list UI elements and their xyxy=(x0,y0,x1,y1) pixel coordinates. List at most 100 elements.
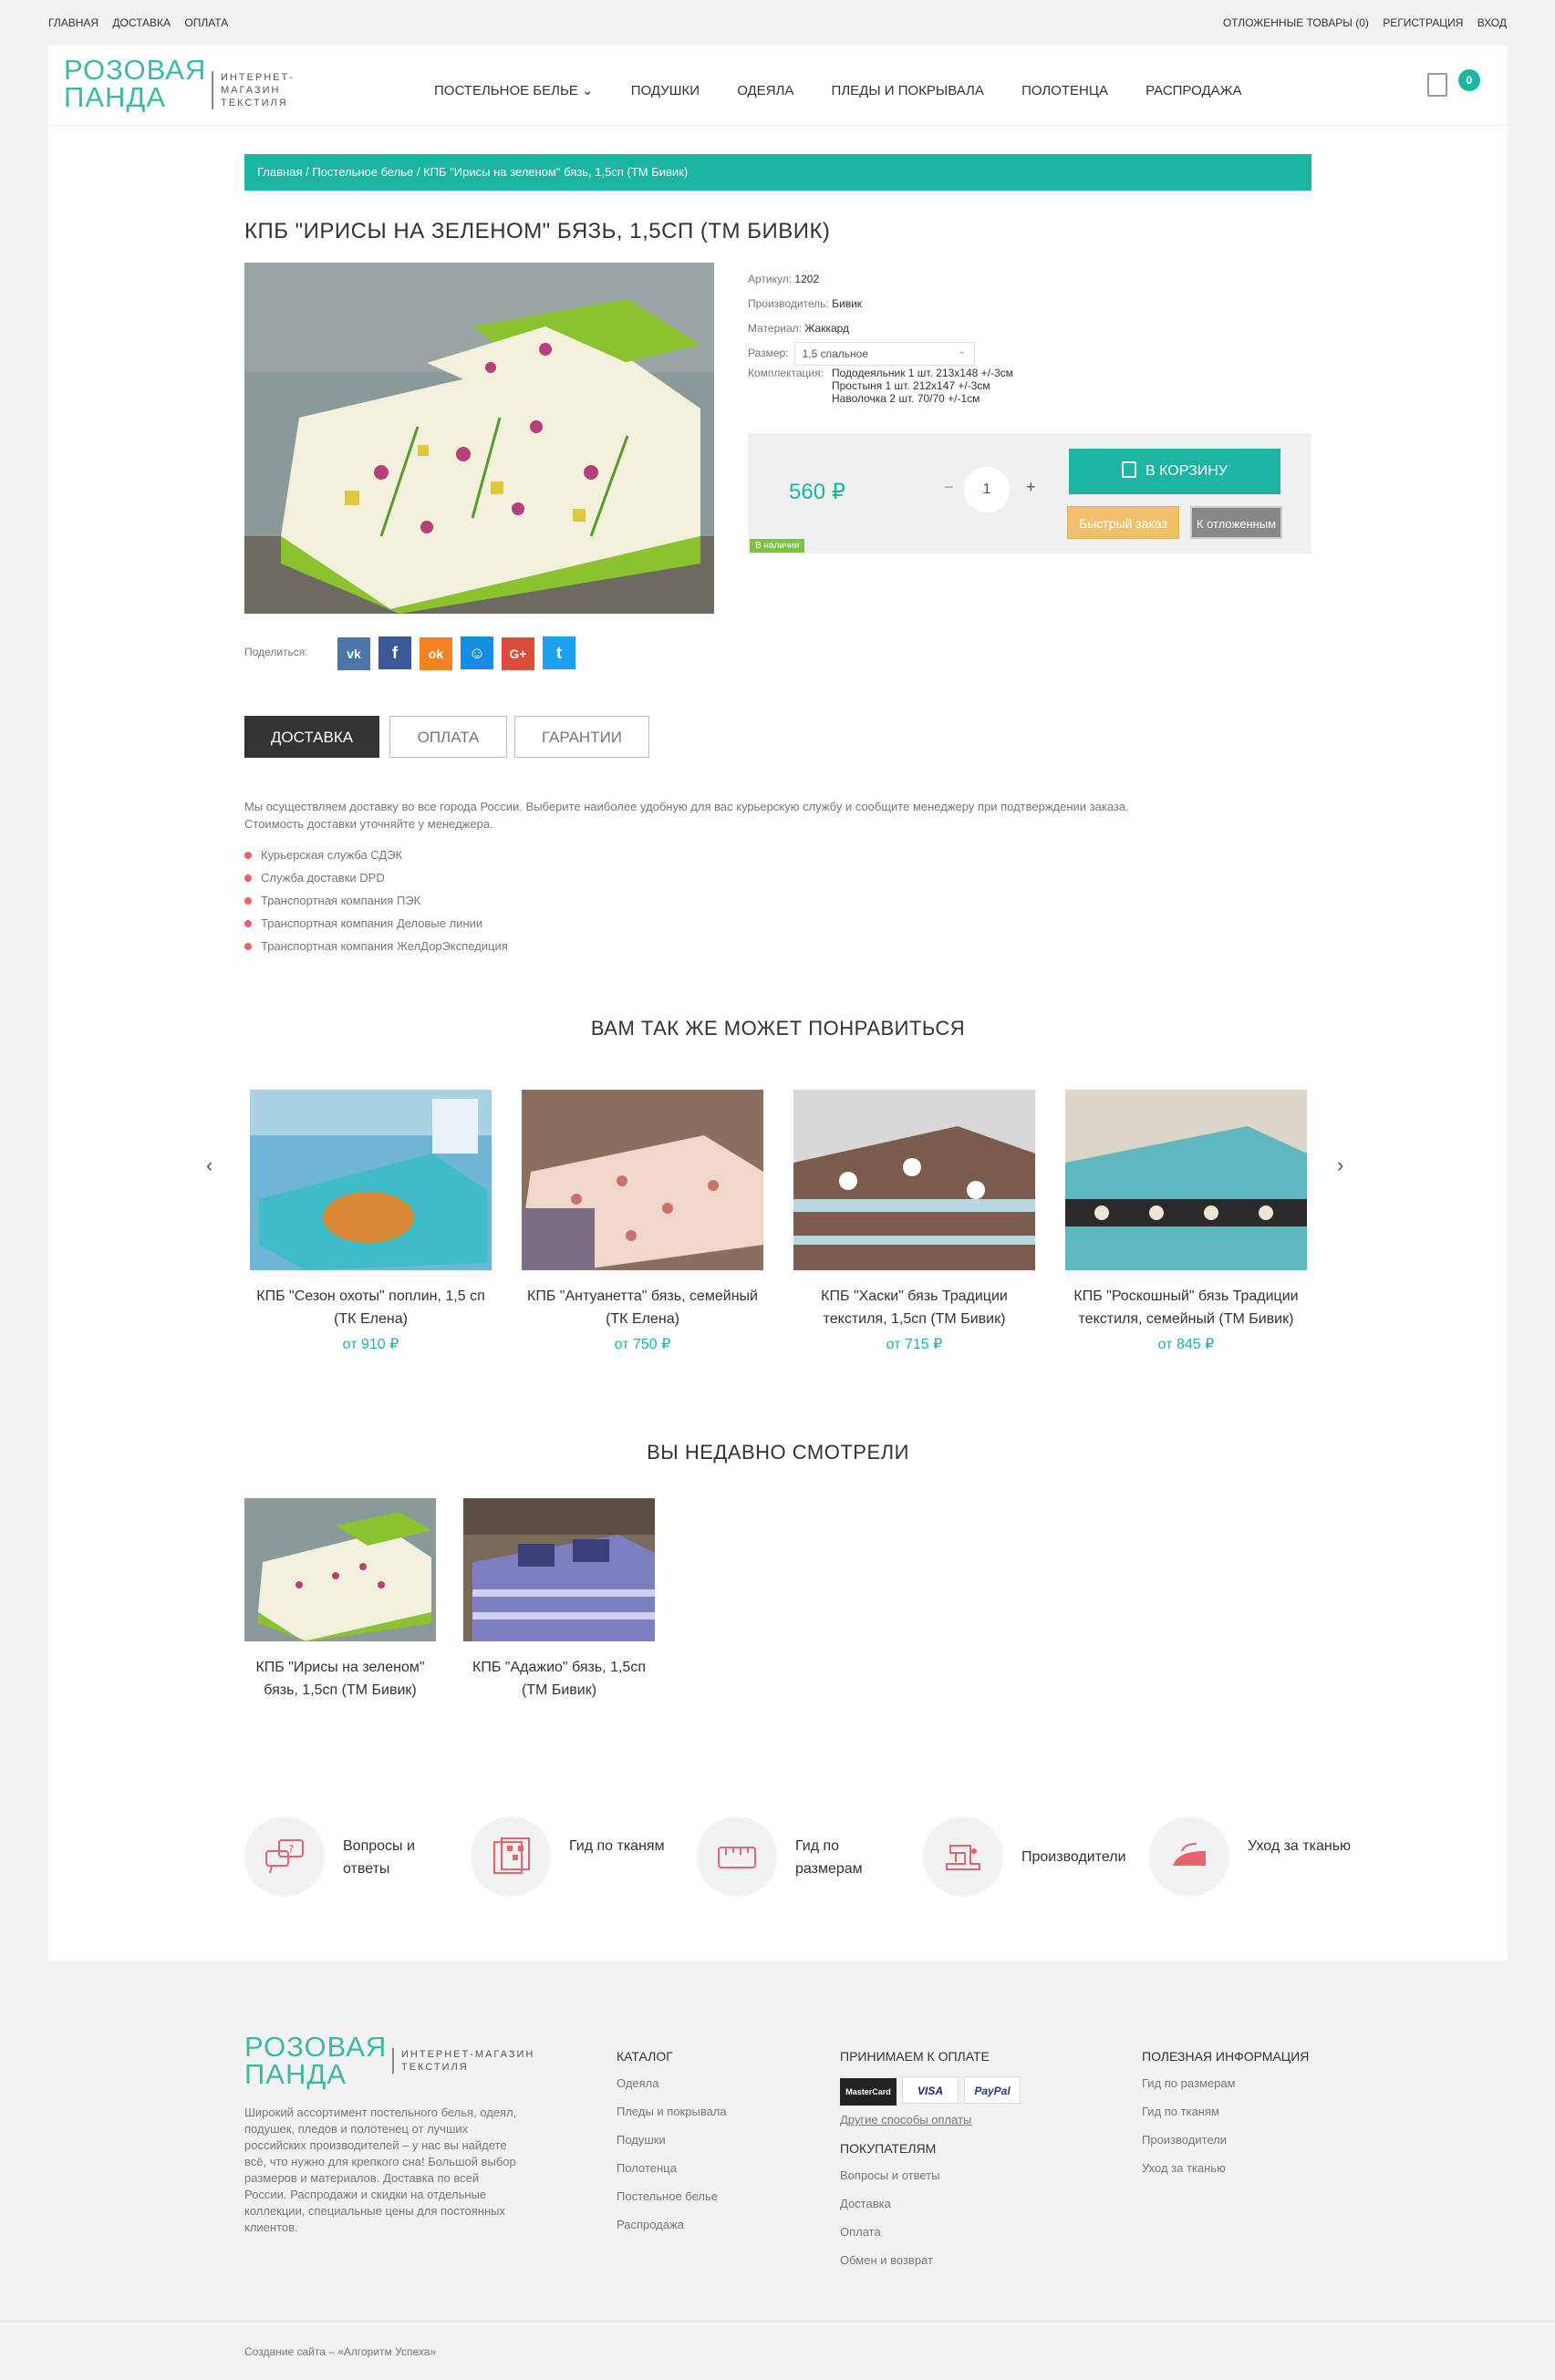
set-lines: Пододеяльник 1 шт. 213х148 +/-3см Просты… xyxy=(832,367,1013,405)
top-link-home[interactable]: ГЛАВНАЯ xyxy=(48,16,98,29)
footer-logo[interactable]: РОЗОВАЯ ПАНДА ИНТЕРНЕТ-МАГАЗИН ТЕКСТИЛЯ xyxy=(244,2033,533,2088)
add-to-cart-button[interactable]: В КОРЗИНУ xyxy=(1069,449,1280,494)
top-link-delivery[interactable]: ДОСТАВКА xyxy=(112,16,171,29)
info-circle: ? xyxy=(244,1816,325,1897)
footer-link[interactable]: Полотенца xyxy=(617,2161,727,2189)
nav-towels[interactable]: ПОЛОТЕНЦА xyxy=(1021,83,1108,98)
footer-link[interactable]: Вопросы и ответы xyxy=(840,2168,1026,2197)
tab-guarantees[interactable]: ГАРАНТИИ xyxy=(514,716,649,758)
related-title: ВАМ ТАК ЖЕ МОЖЕТ ПОНРАВИТЬСЯ xyxy=(590,1017,966,1040)
product-card-name[interactable]: КПБ "Адажио" бязь, 1,5сп (ТМ Бивик) xyxy=(463,1656,655,1702)
footer-link[interactable]: Распродажа xyxy=(617,2218,727,2246)
top-link-login[interactable]: ВХОД xyxy=(1477,16,1507,29)
footer-link[interactable]: Доставка xyxy=(840,2197,1026,2225)
carousel-next-icon[interactable]: › xyxy=(1337,1154,1343,1177)
info-care[interactable]: Уход за тканью xyxy=(1149,1816,1368,1899)
info-circle xyxy=(471,1816,551,1897)
vk-icon[interactable]: vk xyxy=(337,637,370,670)
top-links-right: ОТЛОЖЕННЫЕ ТОВАРЫ (0) РЕГИСТРАЦИЯ ВХОД xyxy=(1212,16,1507,29)
set-line: Пододеяльник 1 шт. 213х148 +/-3см xyxy=(832,367,1013,379)
product-card-name[interactable]: КПБ "Антуанетта" бязь, семейный (ТК Елен… xyxy=(522,1285,763,1330)
footer-about: Широкий ассортимент постельного белья, о… xyxy=(244,2106,517,2234)
nav-blankets[interactable]: ОДЕЯЛА xyxy=(737,83,793,98)
product-card-name[interactable]: КПБ "Хаски" бязь Традиции текстиля, 1,5с… xyxy=(793,1285,1035,1330)
info-fabrics[interactable]: Гид по тканям xyxy=(471,1816,689,1899)
quantity-plus-button[interactable]: + xyxy=(1026,478,1036,497)
product-card-name[interactable]: КПБ "Сезон охоты" поплин, 1,5 сп (ТК Еле… xyxy=(250,1285,492,1330)
main-nav: ПОСТЕЛЬНОЕ БЕЛЬЕ ⌄ ПОДУШКИ ОДЕЯЛА ПЛЕДЫ … xyxy=(434,82,1275,98)
footer-link[interactable]: Производители xyxy=(1142,2133,1309,2161)
product-photo xyxy=(1065,1090,1307,1270)
recent-card[interactable]: КПБ "Адажио" бязь, 1,5сп (ТМ Бивик) xyxy=(463,1498,655,1702)
quick-order-button[interactable]: Быстрый заказ xyxy=(1067,506,1179,539)
product-card-image[interactable] xyxy=(463,1498,655,1641)
quantity-input[interactable]: 1 xyxy=(964,467,1010,512)
info-label: Уход за тканью xyxy=(1248,1838,1352,1854)
nav-sale[interactable]: РАСПРОДАЖА xyxy=(1146,83,1241,98)
list-item: Транспортная компания ПЭК xyxy=(244,889,508,912)
nav-bedding[interactable]: ПОСТЕЛЬНОЕ БЕЛЬЕ ⌄ xyxy=(434,83,594,98)
info-makers[interactable]: Производители xyxy=(923,1816,1142,1899)
top-link-register[interactable]: РЕГИСТРАЦИЯ xyxy=(1383,16,1463,29)
product-card-name[interactable]: КПБ "Роскошный" бязь Традиции текстиля, … xyxy=(1065,1285,1307,1330)
info-circle xyxy=(697,1816,777,1897)
product-card[interactable]: КПБ "Антуанетта" бязь, семейный (ТК Елен… xyxy=(522,1090,763,1353)
footer-link[interactable]: Оплата xyxy=(840,2225,1026,2253)
breadcrumb[interactable]: Главная / Постельное белье / КПБ "Ирисы … xyxy=(244,154,1311,191)
top-link-payment[interactable]: ОПЛАТА xyxy=(184,16,228,29)
quantity-minus-button[interactable]: − xyxy=(944,478,954,497)
top-links-left: ГЛАВНАЯ ДОСТАВКА ОПЛАТА xyxy=(48,16,239,29)
copyright[interactable]: Создание сайта – «Алгоритм Успеха» xyxy=(244,2345,436,2358)
product-card-image[interactable] xyxy=(250,1090,492,1270)
moimir-icon[interactable]: ☺ xyxy=(461,636,493,669)
info-circle xyxy=(923,1816,1003,1897)
product-card-image[interactable] xyxy=(793,1090,1035,1270)
info-sizes[interactable]: Гид по размерам xyxy=(697,1816,916,1899)
cart-button[interactable]: 0 xyxy=(1427,69,1482,106)
info-label: Гид по тканям xyxy=(569,1838,665,1854)
other-payment-link[interactable]: Другие способы оплаты xyxy=(840,2113,1026,2141)
list-item: Транспортная компания ЖелДорЭкспедиция xyxy=(244,935,508,957)
top-link-favorites[interactable]: ОТЛОЖЕННЫЕ ТОВАРЫ (0) xyxy=(1223,16,1369,29)
product-card-image[interactable] xyxy=(522,1090,763,1270)
facebook-icon[interactable]: f xyxy=(378,636,411,669)
site-footer: РОЗОВАЯ ПАНДА ИНТЕРНЕТ-МАГАЗИН ТЕКСТИЛЯ … xyxy=(48,1961,1508,2316)
product-card-name[interactable]: КПБ "Ирисы на зеленом" бязь, 1,5сп (ТМ Б… xyxy=(244,1656,436,1702)
product-card-image[interactable] xyxy=(1065,1090,1307,1270)
footer-link[interactable]: Постельное белье xyxy=(617,2189,727,2218)
logo-text: РОЗОВАЯ ПАНДА xyxy=(244,2033,387,2088)
material-label: Материал: xyxy=(748,322,802,335)
product-card-image[interactable] xyxy=(244,1498,436,1641)
product-card-price: от 910 ₽ xyxy=(342,1337,399,1352)
footer-link[interactable]: Обмен и возврат xyxy=(840,2253,1026,2282)
list-item: Курьерская служба СДЭК xyxy=(244,843,508,866)
nav-plaids[interactable]: ПЛЕДЫ И ПОКРЫВАЛА xyxy=(832,83,984,98)
logo[interactable]: РОЗОВАЯ ПАНДА ИНТЕРНЕТ-МАГАЗИН ТЕКСТИЛЯ xyxy=(64,56,337,111)
footer-heading: ПРИНИМАЕМ К ОПЛАТЕ xyxy=(840,2049,990,2064)
footer-link[interactable]: Одеяла xyxy=(617,2076,727,2105)
footer-link[interactable]: Уход за тканью xyxy=(1142,2161,1309,2189)
twitter-icon[interactable]: t xyxy=(543,636,575,669)
delivery-list: Курьерская служба СДЭК Служба доставки D… xyxy=(244,843,508,957)
footer-link[interactable]: Пледы и покрывала xyxy=(617,2105,727,2133)
carousel-prev-icon[interactable]: ‹ xyxy=(206,1154,213,1177)
product-card[interactable]: КПБ "Хаски" бязь Традиции текстиля, 1,5с… xyxy=(793,1090,1035,1353)
odnoklassniki-icon[interactable]: ok xyxy=(420,637,452,670)
footer-link[interactable]: Подушки xyxy=(617,2133,727,2161)
product-card[interactable]: КПБ "Роскошный" бязь Традиции текстиля, … xyxy=(1065,1090,1307,1353)
tab-delivery[interactable]: ДОСТАВКА xyxy=(244,716,379,758)
nav-pillows[interactable]: ПОДУШКИ xyxy=(631,83,700,98)
add-to-favorites-button[interactable]: К отложенным xyxy=(1190,506,1282,539)
recent-card[interactable]: КПБ "Ирисы на зеленом" бязь, 1,5сп (ТМ Б… xyxy=(244,1498,436,1702)
product-image[interactable] xyxy=(244,263,714,614)
logo-tagline-2: ТЕКСТИЛЯ xyxy=(401,2062,469,2073)
info-faq[interactable]: ? Вопросы и ответы xyxy=(244,1816,463,1899)
product-price: 560 ₽ xyxy=(789,480,845,504)
size-select[interactable]: 1,5 спальное xyxy=(793,339,975,366)
footer-link[interactable]: Гид по тканям xyxy=(1142,2105,1309,2133)
tab-payment[interactable]: ОПЛАТА xyxy=(389,716,507,758)
buy-box: 560 ₽ − 1 + В КОРЗИНУ Быстрый заказ К от… xyxy=(748,433,1311,554)
footer-link[interactable]: Гид по размерам xyxy=(1142,2076,1309,2105)
googleplus-icon[interactable]: G+ xyxy=(502,637,534,670)
product-card[interactable]: КПБ "Сезон охоты" поплин, 1,5 сп (ТК Еле… xyxy=(250,1090,492,1353)
